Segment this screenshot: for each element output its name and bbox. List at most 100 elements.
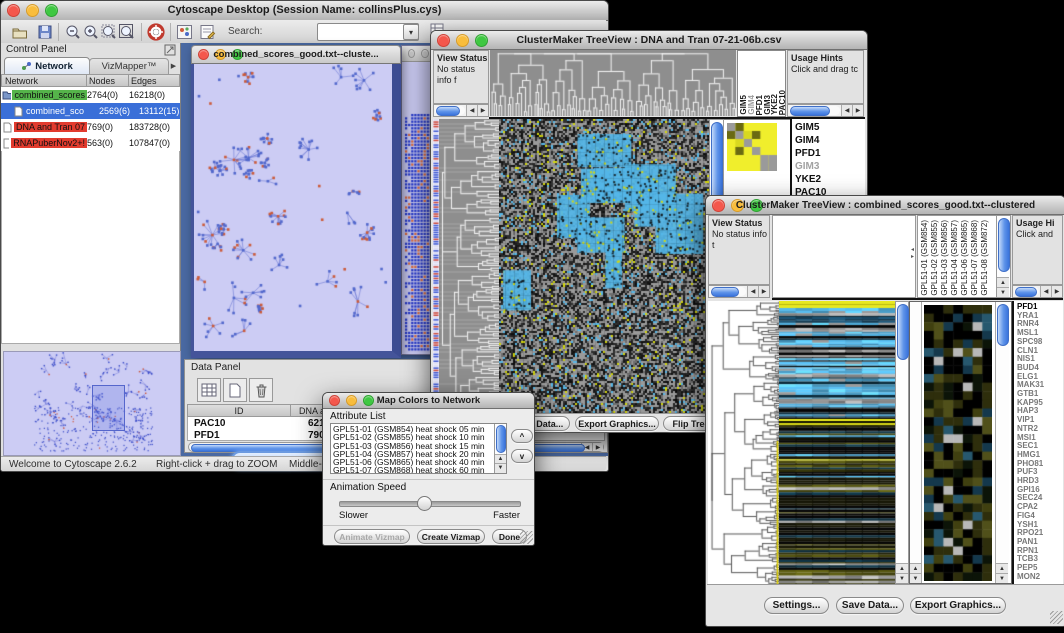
- divider: [323, 479, 534, 480]
- treeview1-title: ClusterMaker TreeView : DNA and Tran 07-…: [431, 34, 867, 46]
- col-header-nodes[interactable]: Nodes: [87, 74, 129, 87]
- minimize-icon[interactable]: [421, 49, 428, 58]
- tv2-zoom-heatmap-canvas[interactable]: [924, 305, 992, 581]
- scroll-up-icon[interactable]: ▲: [910, 563, 921, 573]
- search-dropdown-icon[interactable]: ▾: [403, 24, 419, 40]
- tab-network[interactable]: Network: [4, 57, 90, 75]
- dialog-titlebar[interactable]: Map Colors to Network: [323, 393, 534, 409]
- attribute-table-icon[interactable]: [197, 378, 221, 402]
- network-row-combined-scores[interactable]: combined_scores 2764(0) 16218(0): [1, 87, 180, 103]
- attribute-list[interactable]: GPL51-01 (GSM854) heat shock 05 minGPL51…: [330, 423, 507, 474]
- treeview1-titlebar[interactable]: ClusterMaker TreeView : DNA and Tran 07-…: [431, 31, 867, 50]
- attribute-list-item[interactable]: GPL51-07 (GSM868) heat shock 60 min: [333, 466, 506, 474]
- tv2-heatmap-canvas[interactable]: [779, 301, 895, 584]
- network-overview-panel[interactable]: [3, 351, 181, 456]
- tv2-zoom-left-scrollbar[interactable]: ▲ ▼: [910, 302, 922, 583]
- tv2-gene-list[interactable]: PFD1YRA1RNR4MSL1SPC98CLN1NIS1BUD4ELG1MAK…: [1012, 301, 1063, 584]
- zoom-fit-icon[interactable]: [118, 23, 136, 40]
- tv2-zoom-panel: ▲ ▼ ▲ ▼: [909, 301, 1012, 584]
- tv2-col-label: GPL51-01 (GSM854): [920, 220, 929, 296]
- export-graphics-button[interactable]: Export Graphics...: [575, 416, 659, 431]
- gene-label[interactable]: YKE2: [795, 173, 865, 186]
- zoom-in-icon[interactable]: [82, 23, 100, 40]
- scroll-down-icon[interactable]: ▼: [996, 573, 1008, 583]
- save-session-icon[interactable]: [37, 24, 53, 40]
- scroll-left-icon[interactable]: ◀: [747, 286, 758, 297]
- col-header-network[interactable]: Network: [1, 74, 87, 87]
- create-vizmap-button[interactable]: Create Vizmap: [417, 529, 485, 544]
- scroll-right-icon[interactable]: ▶: [758, 286, 769, 297]
- pan-arrows-icon[interactable]: ◂▸: [911, 246, 914, 260]
- scroll-up-icon[interactable]: ▲: [896, 563, 908, 573]
- tv2-zoom-right-scrollbar[interactable]: ▲ ▼: [995, 302, 1009, 583]
- tv2-column-dendrogram-area[interactable]: ◂▸: [772, 215, 916, 298]
- scroll-right-icon[interactable]: ▶: [592, 443, 603, 451]
- move-up-button[interactable]: ^: [511, 429, 533, 443]
- network-view-1-canvas[interactable]: [194, 64, 392, 351]
- new-attribute-icon[interactable]: [223, 378, 247, 402]
- tv1-hints-hscrollbar[interactable]: ◀ ▶: [787, 104, 864, 117]
- col-header-edges[interactable]: Edges: [129, 74, 180, 87]
- scroll-up-icon[interactable]: ▲: [996, 563, 1008, 573]
- tv2-usage-hints-panel: Usage Hi Click and: [1012, 215, 1063, 285]
- scroll-left-icon[interactable]: ◀: [1040, 286, 1051, 297]
- resize-grip[interactable]: [520, 531, 533, 544]
- scroll-down-icon[interactable]: ▼: [495, 463, 506, 473]
- save-data-button[interactable]: Save Data...: [836, 597, 904, 614]
- move-down-button[interactable]: v: [511, 449, 533, 463]
- network-row-combined-sco-selected[interactable]: combined_sco 2569(6) 13112(15): [1, 103, 180, 119]
- annotation-doc-icon[interactable]: [199, 24, 216, 40]
- data-col-id[interactable]: ID: [187, 404, 291, 417]
- network-grid-icon[interactable]: [176, 24, 193, 40]
- export-graphics-button[interactable]: Export Graphics...: [910, 597, 1006, 614]
- gene-label[interactable]: MON2: [1017, 573, 1063, 582]
- attribute-list-scrollbar[interactable]: ▲ ▼: [494, 424, 506, 473]
- gene-label[interactable]: GIM3: [795, 160, 865, 173]
- tv2-labels-vscrollbar[interactable]: ▲ ▼: [996, 216, 1010, 297]
- overview-viewport-rect[interactable]: [92, 385, 125, 431]
- tv1-column-dendrogram-canvas[interactable]: [490, 50, 736, 116]
- delete-attribute-trash-icon[interactable]: [249, 378, 273, 402]
- gene-label[interactable]: PFD1: [795, 147, 865, 160]
- tv2-status-hscrollbar[interactable]: ◀ ▶: [708, 285, 770, 298]
- help-lifering-icon[interactable]: [147, 23, 165, 41]
- scroll-right-icon[interactable]: ▶: [852, 105, 863, 116]
- tv1-status-hscrollbar[interactable]: ◀ ▶: [433, 104, 489, 117]
- scroll-left-icon[interactable]: ◀: [466, 105, 477, 116]
- scroll-right-icon[interactable]: ▶: [1051, 286, 1062, 297]
- tab-overflow-icon[interactable]: ▶: [168, 59, 179, 72]
- scroll-down-icon[interactable]: ▼: [896, 573, 908, 583]
- network-list-empty-area[interactable]: [1, 151, 180, 344]
- treeview2-titlebar[interactable]: ClusterMaker TreeView : combined_scores_…: [706, 196, 1064, 215]
- tv2-hints-hscrollbar[interactable]: ◀ ▶: [1012, 285, 1063, 298]
- tv1-row-dendrogram-canvas[interactable]: [439, 119, 499, 413]
- scroll-right-icon[interactable]: ▶: [477, 105, 488, 116]
- scroll-up-icon[interactable]: ▲: [997, 277, 1009, 287]
- status-welcome: Welcome to Cytoscape 2.6.2: [9, 459, 137, 470]
- scroll-left-icon[interactable]: ◀: [841, 105, 852, 116]
- tv2-row-dendrogram-canvas[interactable]: [708, 301, 779, 584]
- scroll-down-icon[interactable]: ▼: [997, 287, 1009, 297]
- settings-button[interactable]: Settings...: [764, 597, 829, 614]
- tv1-correlation-matrix-canvas[interactable]: [727, 123, 777, 171]
- network-overview-canvas[interactable]: [4, 352, 178, 453]
- desktop: Cytoscape Desktop (Session Name: collins…: [0, 0, 1064, 633]
- resize-grip[interactable]: [1050, 611, 1063, 624]
- zoom-selected-icon[interactable]: [100, 23, 118, 40]
- tv2-heatmap-vscrollbar[interactable]: ▲ ▼: [895, 301, 909, 584]
- gene-label[interactable]: GIM5: [795, 121, 865, 134]
- tv1-heatmap-canvas[interactable]: [499, 119, 709, 413]
- float-panel-icon[interactable]: [164, 44, 176, 56]
- main-titlebar[interactable]: Cytoscape Desktop (Session Name: collins…: [1, 1, 608, 21]
- zoom-out-icon[interactable]: [64, 23, 82, 40]
- gene-label[interactable]: GIM4: [795, 134, 865, 147]
- tab-vizmapper[interactable]: VizMapper™: [89, 58, 169, 75]
- scroll-down-icon[interactable]: ▼: [910, 573, 921, 583]
- open-file-icon[interactable]: [11, 24, 29, 40]
- network-row-rnapuber[interactable]: RNAPuberNov2+! 563(0) 107847(0): [1, 135, 180, 151]
- network1-titlebar[interactable]: combined_scores_good.txt--cluste...: [191, 45, 401, 64]
- animation-speed-slider-thumb[interactable]: [417, 496, 432, 511]
- network-row-dna-tran[interactable]: DNA and Tran 07 769(0) 183728(0): [1, 119, 180, 135]
- close-icon[interactable]: [408, 49, 415, 58]
- animate-vizmap-button[interactable]: Animate Vizmap: [334, 529, 410, 544]
